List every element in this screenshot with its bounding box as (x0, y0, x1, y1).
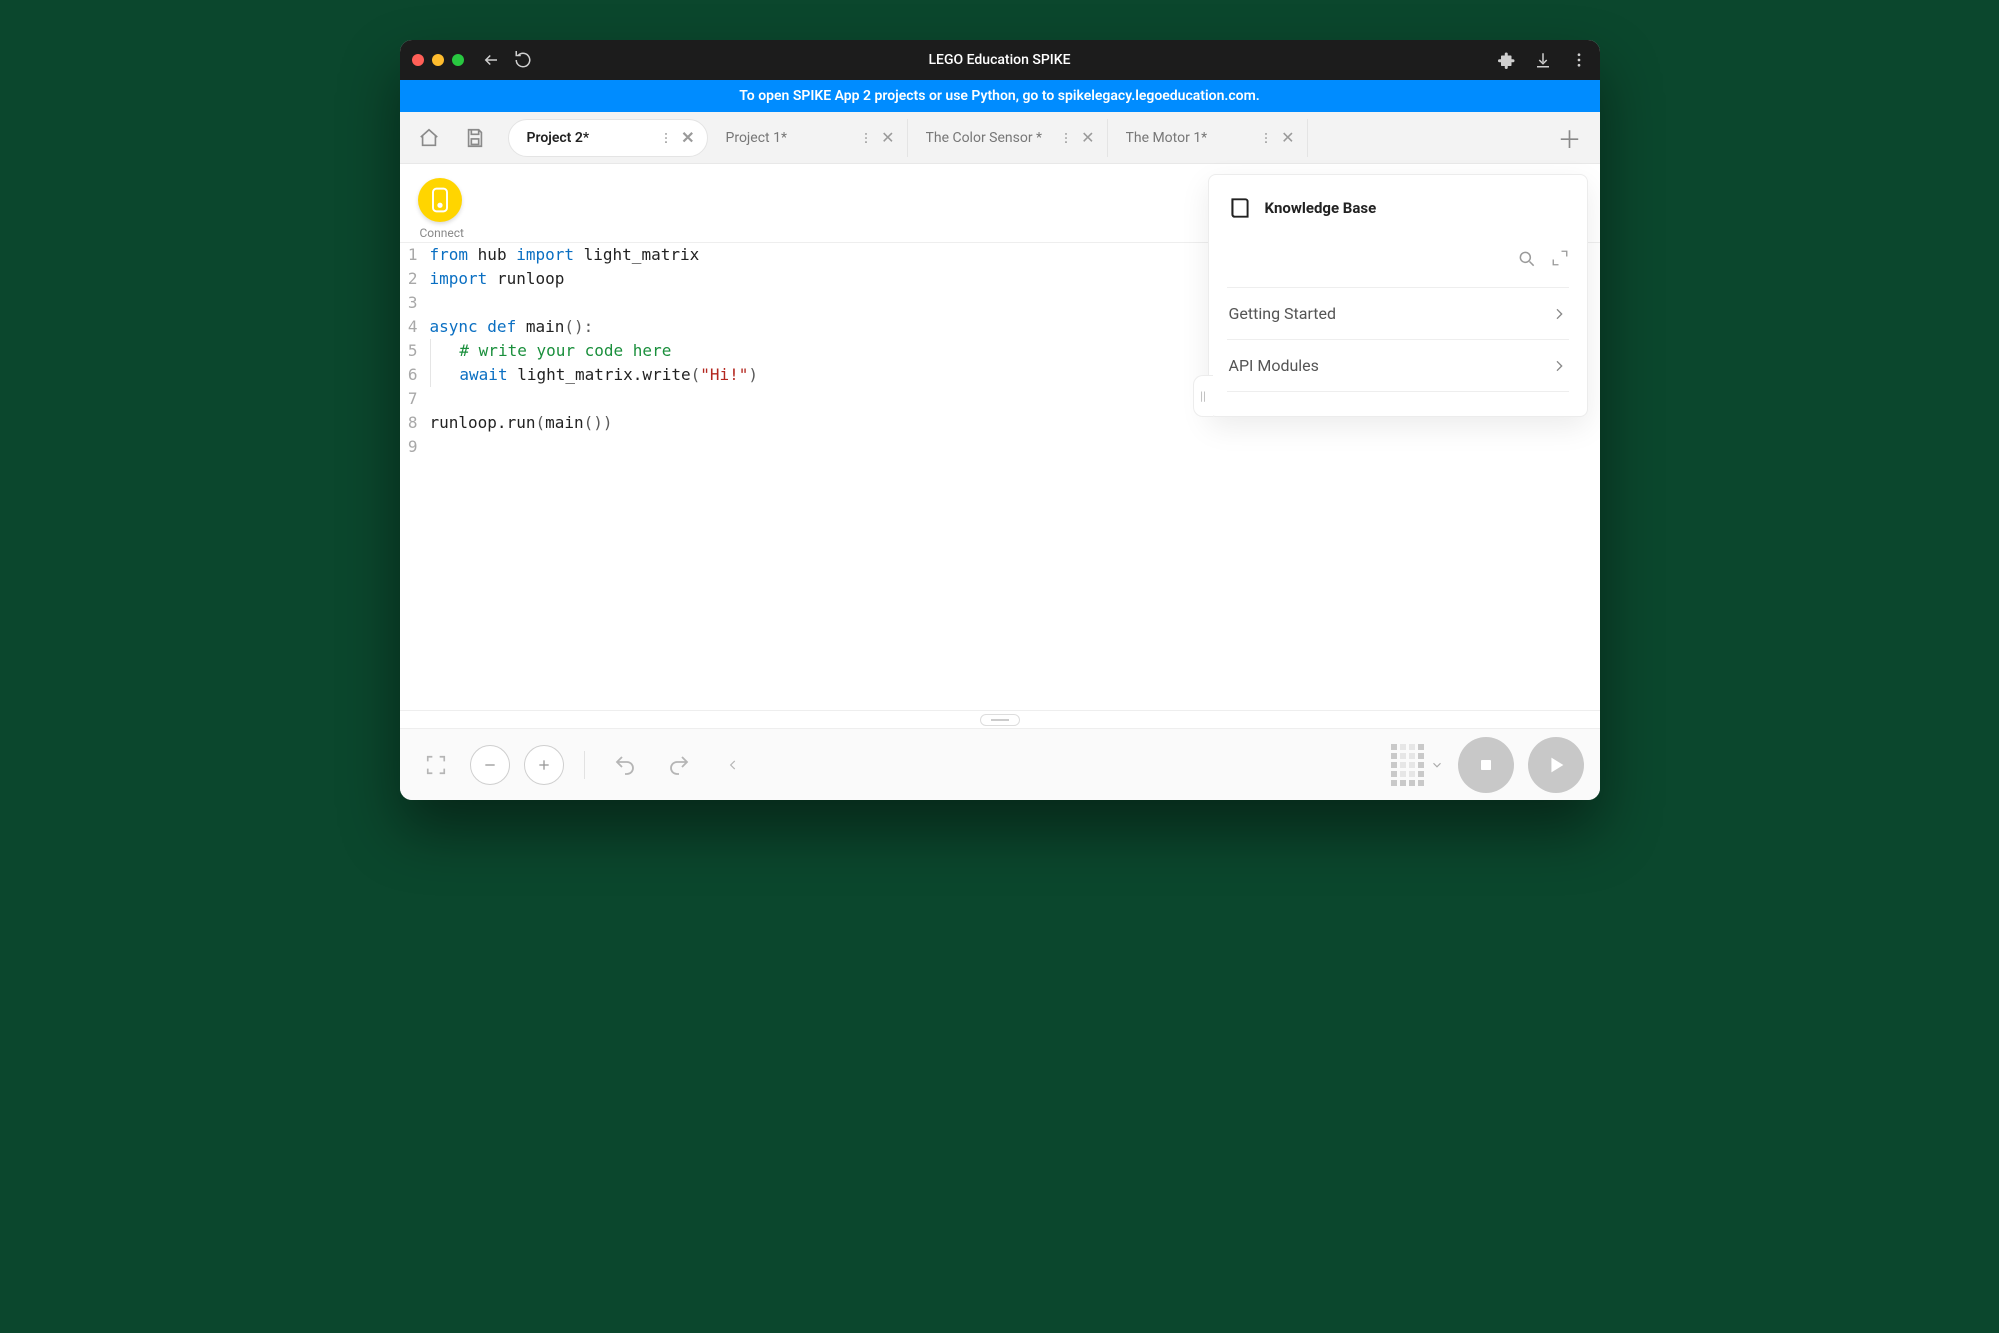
tab-label: Project 1* (726, 130, 852, 146)
tab-close-icon[interactable]: ✕ (1281, 130, 1294, 146)
slot-display-icon (1391, 744, 1424, 786)
kb-item[interactable]: API Modules (1227, 340, 1569, 392)
console-drawer-handle[interactable] (400, 710, 1600, 728)
tab-close-icon[interactable]: ✕ (681, 130, 694, 146)
save-button[interactable] (456, 119, 494, 157)
back-icon[interactable] (482, 51, 500, 69)
book-icon (1227, 195, 1253, 221)
project-tab[interactable]: Project 2* ✕ (508, 119, 708, 157)
kb-item-label: API Modules (1229, 356, 1319, 375)
tab-menu-icon[interactable] (859, 131, 873, 145)
tabbar: Project 2*✕Project 1*✕The Color Sensor *… (400, 112, 1600, 164)
project-tab[interactable]: The Motor 1* ✕ (1108, 119, 1308, 157)
project-tab[interactable]: Project 1* ✕ (708, 119, 908, 157)
chevron-right-icon (1551, 306, 1567, 322)
kb-item-label: Getting Started (1229, 304, 1337, 323)
redo-button[interactable] (659, 745, 699, 785)
chevron-down-icon (1430, 758, 1444, 772)
tab-close-icon[interactable]: ✕ (1081, 130, 1094, 146)
extension-icon[interactable] (1498, 51, 1516, 69)
project-tab[interactable]: The Color Sensor * ✕ (908, 119, 1108, 157)
bottombar (400, 728, 1600, 800)
more-icon[interactable] (1570, 51, 1588, 69)
tab-menu-icon[interactable] (1059, 131, 1073, 145)
stop-button[interactable] (1458, 737, 1514, 793)
window-title: LEGO Education SPIKE (400, 52, 1600, 68)
titlebar: LEGO Education SPIKE (400, 40, 1600, 80)
tab-menu-icon[interactable] (659, 131, 673, 145)
fullscreen-icon[interactable] (416, 745, 456, 785)
window-controls (412, 54, 464, 66)
undo-button[interactable] (605, 745, 645, 785)
close-window-button[interactable] (412, 54, 424, 66)
expand-icon[interactable] (1551, 249, 1569, 269)
maximize-window-button[interactable] (452, 54, 464, 66)
knowledge-base-panel: || Knowledge Base Getting StartedAPI Mod… (1208, 174, 1588, 417)
download-icon[interactable] (1534, 51, 1552, 69)
tab-label: The Motor 1* (1126, 130, 1252, 146)
tab-label: The Color Sensor * (926, 130, 1052, 146)
app-window: LEGO Education SPIKE To open SPIKE App 2… (400, 40, 1600, 800)
new-tab-button[interactable]: ＋ (1550, 120, 1590, 155)
tab-menu-icon[interactable] (1259, 131, 1273, 145)
workspace: Connect 123456789 from hub import light_… (400, 164, 1600, 710)
panel-collapse-handle[interactable]: || (1193, 375, 1213, 417)
legacy-banner: To open SPIKE App 2 projects or use Pyth… (400, 80, 1600, 112)
search-icon[interactable] (1517, 249, 1537, 269)
kb-title: Knowledge Base (1265, 199, 1377, 217)
tab-label: Project 2* (527, 130, 652, 146)
kb-item[interactable]: Getting Started (1227, 287, 1569, 340)
slot-selector[interactable] (1391, 744, 1444, 786)
connect-hub-button[interactable] (418, 178, 462, 222)
reload-icon[interactable] (514, 51, 532, 69)
minimize-window-button[interactable] (432, 54, 444, 66)
zoom-out-button[interactable] (470, 745, 510, 785)
home-button[interactable] (410, 119, 448, 157)
step-back-icon[interactable] (713, 745, 753, 785)
zoom-in-button[interactable] (524, 745, 564, 785)
run-button[interactable] (1528, 737, 1584, 793)
tab-close-icon[interactable]: ✕ (881, 130, 894, 146)
chevron-right-icon (1551, 358, 1567, 374)
